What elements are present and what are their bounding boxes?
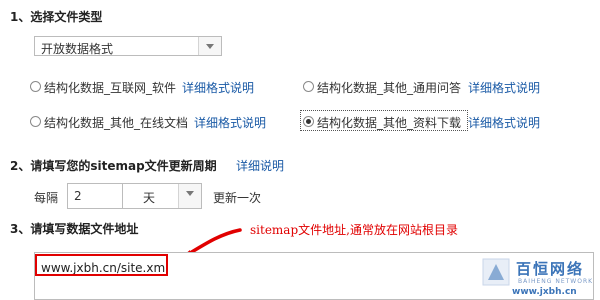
format-help-link[interactable]: 详细格式说明 (468, 79, 540, 96)
annotation-text: sitemap文件地址,通常放在网站根目录 (250, 223, 458, 237)
watermark-brand-cn: 百恒网络 (516, 260, 585, 278)
format-help-link[interactable]: 详细格式说明 (182, 79, 254, 96)
section3-title: 3、请填写数据文件地址 (10, 222, 139, 236)
watermark-brand-en: BAIHENG NETWORK (518, 278, 594, 285)
radio-button[interactable] (30, 81, 41, 92)
update-cycle-help-link[interactable]: 详细说明 (236, 157, 284, 174)
section1-title: 1、选择文件类型 (10, 10, 103, 24)
radio-button[interactable] (30, 116, 41, 127)
radio-option-label: 结构化数据_互联网_软件 (44, 81, 177, 95)
format-help-link[interactable]: 详细格式说明 (194, 114, 266, 131)
highlight-box (35, 254, 168, 276)
radio-option-label: 结构化数据_其他_在线文档 (44, 116, 189, 130)
section2-title: 2、请填写您的sitemap文件更新周期 (10, 159, 217, 173)
format-help-link[interactable]: 详细格式说明 (468, 114, 540, 131)
watermark-url: www.jxbh.cn (512, 287, 577, 297)
file-type-select[interactable]: 开放数据格式 (34, 36, 222, 56)
interval-unit-select[interactable]: 天 (122, 183, 202, 209)
update-suffix-label: 更新一次 (213, 191, 262, 205)
radio-button-checked[interactable] (303, 116, 314, 127)
interval-unit-value: 天 (143, 191, 156, 205)
logo-emblem-icon (482, 258, 510, 286)
file-type-select-value: 开放数据格式 (41, 42, 114, 56)
chevron-down-icon[interactable] (178, 184, 201, 208)
radio-option-label: 结构化数据_其他_通用问答 (317, 81, 462, 95)
every-label: 每隔 (34, 191, 59, 205)
radio-option-label: 结构化数据_其他_资料下载 (317, 116, 462, 130)
chevron-down-icon[interactable] (198, 37, 221, 55)
watermark-logo: 百恒网络 BAIHENG NETWORK www.jxbh.cn (482, 256, 598, 300)
interval-input[interactable] (67, 183, 123, 209)
radio-button[interactable] (303, 81, 314, 92)
